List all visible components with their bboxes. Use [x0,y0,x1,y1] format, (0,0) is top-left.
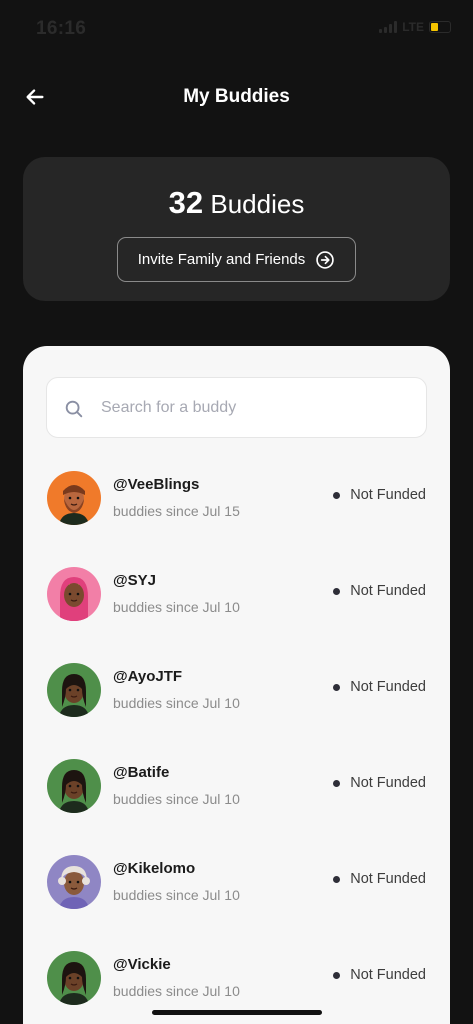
buddies-count-number: 32 [168,185,204,220]
funding-status: Not Funded [333,583,426,599]
buddies-count: 32 Buddies [23,185,450,221]
funding-status: Not Funded [333,775,426,791]
buddy-row[interactable]: @SYJ buddies since Jul 10 Not Funded [23,565,450,661]
buddies-count-label: Buddies [210,189,305,219]
avatar [47,471,101,525]
buddy-since: buddies since Jul 15 [113,503,240,519]
search-icon [63,398,85,420]
status-dot-icon [333,779,341,787]
buddy-handle: @Batife [113,764,170,781]
screen: 16:16 LTE My Buddies 32 Buddies Invite F… [0,0,473,1024]
funding-status-label: Not Funded [350,487,426,503]
search-input[interactable] [101,378,411,437]
funding-status: Not Funded [333,679,426,695]
home-indicator[interactable] [152,1010,322,1015]
avatar [47,663,101,717]
status-time: 16:16 [36,18,87,39]
battery-icon [429,21,451,33]
buddy-handle: @AyoJTF [113,668,183,685]
funding-status-label: Not Funded [350,775,426,791]
funding-status: Not Funded [333,871,426,887]
funding-status-label: Not Funded [350,871,426,887]
funding-status-label: Not Funded [350,967,426,983]
signal-icon [379,21,398,33]
page-title: My Buddies [183,86,290,107]
buddy-handle: @Vickie [113,956,171,973]
buddy-since: buddies since Jul 10 [113,983,240,999]
status-dot-icon [333,875,341,883]
battery-level [431,23,439,31]
buddy-row[interactable]: @Kikelomo buddies since Jul 10 Not Funded [23,853,450,949]
avatar [47,567,101,621]
buddy-since: buddies since Jul 10 [113,791,240,807]
buddy-handle: @SYJ [113,572,156,589]
status-dot-icon [333,683,341,691]
buddy-since: buddies since Jul 10 [113,695,240,711]
status-dot-icon [333,587,341,595]
avatar [47,759,101,813]
status-indicators: LTE [379,20,451,34]
avatar [47,855,101,909]
buddy-since: buddies since Jul 10 [113,599,240,615]
network-type: LTE [402,20,424,34]
funding-status: Not Funded [333,967,426,983]
search-box[interactable] [46,377,427,438]
status-dot-icon [333,491,341,499]
buddy-since: buddies since Jul 10 [113,887,240,903]
buddies-list-panel: @VeeBlings buddies since Jul 15 Not Funded… [23,346,450,1024]
buddy-handle: @VeeBlings [113,476,200,493]
invite-button-label: Invite Family and Friends [137,251,306,268]
status-dot-icon [333,971,341,979]
circle-arrow-right-icon [315,250,335,270]
header: My Buddies [0,72,473,122]
buddy-handle: @Kikelomo [113,860,196,877]
buddy-row[interactable]: @Batife buddies since Jul 10 Not Funded [23,757,450,853]
buddy-row[interactable]: @AyoJTF buddies since Jul 10 Not Funded [23,661,450,757]
funding-status-label: Not Funded [350,679,426,695]
invite-button[interactable]: Invite Family and Friends [117,237,356,282]
funding-status: Not Funded [333,487,426,503]
avatar [47,951,101,1005]
buddy-row[interactable]: @VeeBlings buddies since Jul 15 Not Funded [23,469,450,565]
buddies-summary-card: 32 Buddies Invite Family and Friends [23,157,450,301]
funding-status-label: Not Funded [350,583,426,599]
status-bar: 16:16 LTE [0,0,473,56]
